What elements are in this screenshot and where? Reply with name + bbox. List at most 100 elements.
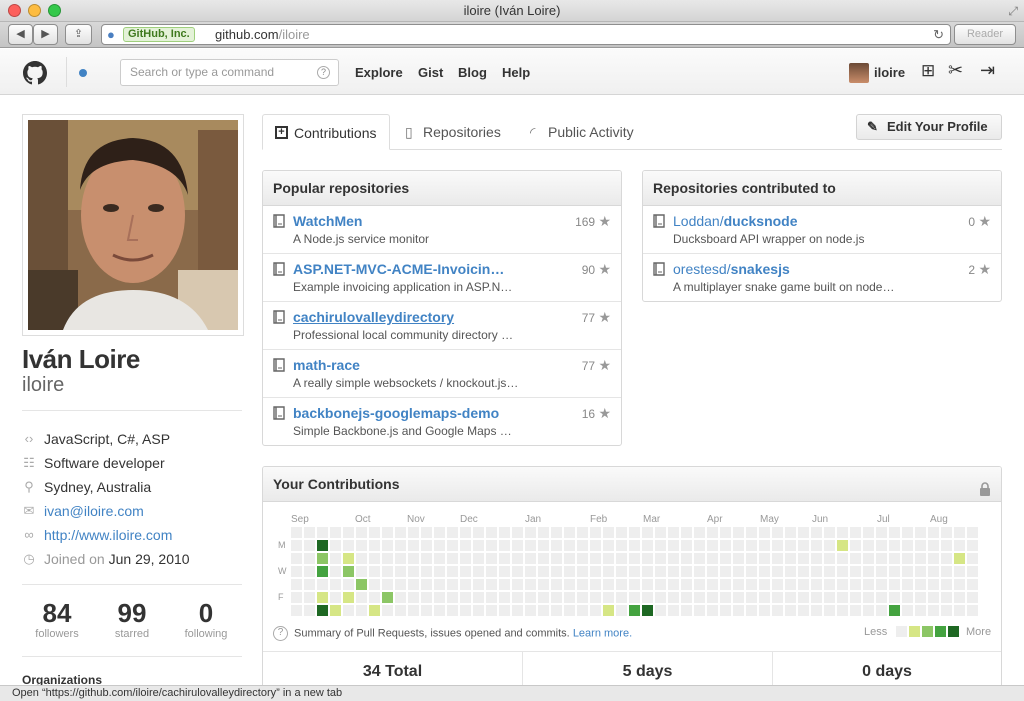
contribution-day-cell[interactable] [707,605,718,616]
contribution-day-cell[interactable] [473,579,484,590]
contribution-day-cell[interactable] [590,592,601,603]
contribution-day-cell[interactable] [902,540,913,551]
contribution-day-cell[interactable] [369,527,380,538]
contribution-day-cell[interactable] [928,605,939,616]
contribution-day-cell[interactable] [304,579,315,590]
contribution-day-cell[interactable] [343,553,354,564]
contribution-day-cell[interactable] [928,592,939,603]
forward-button[interactable]: ▶ [33,24,58,45]
contribution-day-cell[interactable] [837,566,848,577]
contribution-day-cell[interactable] [434,605,445,616]
contribution-day-cell[interactable] [746,579,757,590]
website-link[interactable]: http://www.iloire.com [44,527,172,543]
contribution-day-cell[interactable] [876,605,887,616]
contribution-day-cell[interactable] [954,579,965,590]
contribution-day-cell[interactable] [967,527,978,538]
repo-name-link[interactable]: math-race [293,357,360,373]
contribution-day-cell[interactable] [486,605,497,616]
contribution-day-cell[interactable] [447,553,458,564]
contribution-day-cell[interactable] [317,553,328,564]
contribution-day-cell[interactable] [798,605,809,616]
contribution-day-cell[interactable] [642,579,653,590]
contribution-day-cell[interactable] [889,553,900,564]
contribution-day-cell[interactable] [486,540,497,551]
contribution-day-cell[interactable] [889,540,900,551]
fullscreen-icon[interactable]: ⤢ [1008,0,1018,22]
contribution-day-cell[interactable] [629,592,640,603]
contribution-day-cell[interactable] [733,605,744,616]
contribution-day-cell[interactable] [382,540,393,551]
contribution-day-cell[interactable] [304,592,315,603]
contribution-day-cell[interactable] [577,553,588,564]
contribution-day-cell[interactable] [408,579,419,590]
contribution-day-cell[interactable] [642,605,653,616]
contribution-day-cell[interactable] [941,566,952,577]
contribution-day-cell[interactable] [564,527,575,538]
contribution-day-cell[interactable] [863,592,874,603]
contribution-day-cell[interactable] [525,579,536,590]
contribution-day-cell[interactable] [330,579,341,590]
edit-profile-button[interactable]: ✎ Edit Your Profile [856,114,1002,140]
contribution-day-cell[interactable] [395,592,406,603]
contribution-day-cell[interactable] [967,605,978,616]
contribution-day-cell[interactable] [538,579,549,590]
contribution-day-cell[interactable] [915,566,926,577]
contribution-day-cell[interactable] [798,566,809,577]
contribution-day-cell[interactable] [291,527,302,538]
contribution-day-cell[interactable] [460,592,471,603]
contribution-day-cell[interactable] [512,553,523,564]
contribution-day-cell[interactable] [304,553,315,564]
contribution-day-cell[interactable] [538,592,549,603]
contribution-day-cell[interactable] [486,553,497,564]
contribution-day-cell[interactable] [564,566,575,577]
contribution-day-cell[interactable] [967,553,978,564]
contribution-day-cell[interactable] [746,566,757,577]
contribution-day-cell[interactable] [460,566,471,577]
contribution-day-cell[interactable] [655,605,666,616]
contribution-day-cell[interactable] [525,566,536,577]
contribution-day-cell[interactable] [551,566,562,577]
contribution-day-cell[interactable] [850,566,861,577]
contribution-day-cell[interactable] [434,540,445,551]
contribution-day-cell[interactable] [694,527,705,538]
contribution-day-cell[interactable] [564,592,575,603]
contribution-day-cell[interactable] [798,579,809,590]
contribution-day-cell[interactable] [460,527,471,538]
contribution-day-cell[interactable] [746,592,757,603]
contribution-day-cell[interactable] [954,566,965,577]
repo-name-link[interactable]: backbonejs-googlemaps-demo [293,405,499,421]
contribution-day-cell[interactable] [512,566,523,577]
contribution-day-cell[interactable] [876,566,887,577]
contribution-day-cell[interactable] [902,579,913,590]
contribution-day-cell[interactable] [616,579,627,590]
contribution-day-cell[interactable] [642,527,653,538]
contribution-day-cell[interactable] [772,579,783,590]
contribution-day-cell[interactable] [356,527,367,538]
settings-tools-icon[interactable]: ✂ [948,60,963,81]
contribution-day-cell[interactable] [720,605,731,616]
contribution-day-cell[interactable] [538,566,549,577]
contribution-day-cell[interactable] [772,566,783,577]
contribution-day-cell[interactable] [759,553,770,564]
contributed-repo-item[interactable]: Loddan/ducksnode Ducksboard API wrapper o… [643,206,1001,254]
contribution-day-cell[interactable] [577,605,588,616]
contribution-day-cell[interactable] [642,553,653,564]
nav-help[interactable]: Help [502,65,530,80]
contribution-day-cell[interactable] [447,566,458,577]
contribution-day-cell[interactable] [512,540,523,551]
contribution-day-cell[interactable] [876,527,887,538]
contribution-day-cell[interactable] [681,566,692,577]
contribution-day-cell[interactable] [460,540,471,551]
contribution-day-cell[interactable] [941,553,952,564]
contribution-day-cell[interactable] [551,605,562,616]
zoom-window-button[interactable] [48,4,61,17]
contribution-day-cell[interactable] [330,605,341,616]
contribution-day-cell[interactable] [447,579,458,590]
contribution-day-cell[interactable] [603,527,614,538]
nav-blog[interactable]: Blog [458,65,487,80]
contribution-day-cell[interactable] [798,527,809,538]
contribution-day-cell[interactable] [525,540,536,551]
contribution-day-cell[interactable] [603,553,614,564]
contribution-day-cell[interactable] [707,566,718,577]
contribution-day-cell[interactable] [785,553,796,564]
